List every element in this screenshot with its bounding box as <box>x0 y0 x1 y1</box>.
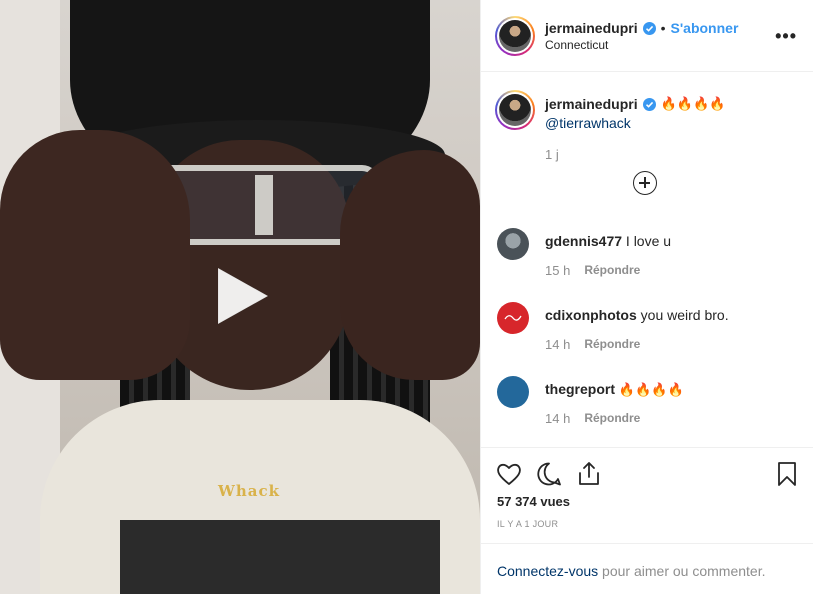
location-link[interactable]: Connecticut <box>545 38 608 52</box>
video-subject-hand-right <box>340 150 480 380</box>
follow-button[interactable]: S'abonner <box>671 20 739 36</box>
post-sidebar: jermainedupri • S'abonner Connecticut ••… <box>480 0 813 594</box>
instagram-post: Whack jermainedupri • S'abonner Connecti… <box>0 0 813 594</box>
caption-username[interactable]: jermainedupri <box>545 96 638 112</box>
video-subject-glasses-bridge <box>255 175 273 235</box>
comment-time[interactable]: 14 h <box>545 411 570 426</box>
login-prompt: Connectez-vous pour aimer ou commenter. <box>481 543 813 594</box>
reply-button[interactable]: Répondre <box>584 337 640 352</box>
comment-username[interactable]: cdixonphotos <box>545 307 637 323</box>
comment-text: you weird bro. <box>640 307 729 323</box>
post-header: jermainedupri • S'abonner Connecticut ••… <box>481 0 813 72</box>
caption-mention-link[interactable]: @tierrawhack <box>545 115 631 131</box>
verified-badge-icon <box>642 97 656 111</box>
comment-avatar[interactable] <box>497 302 529 334</box>
brand-logo-icon <box>504 315 522 321</box>
post-date[interactable]: IL Y A 1 JOUR <box>497 519 558 529</box>
comment-username[interactable]: gdennis477 <box>545 233 622 249</box>
reply-button[interactable]: Répondre <box>584 263 640 278</box>
bookmark-icon[interactable] <box>773 460 801 488</box>
more-horizontal-icon[interactable]: ••• <box>775 26 797 47</box>
verified-badge-icon <box>642 21 656 35</box>
login-link[interactable]: Connectez-vous <box>497 563 598 579</box>
load-more-comments-icon[interactable] <box>633 171 657 195</box>
share-icon[interactable] <box>575 460 603 488</box>
comment-time[interactable]: 15 h <box>545 263 570 278</box>
avatar[interactable] <box>495 16 535 56</box>
comment-item: thegreport 🔥🔥🔥🔥 14 h Répondre <box>481 376 813 450</box>
header-username[interactable]: jermainedupri <box>545 20 638 36</box>
play-icon[interactable] <box>210 264 274 328</box>
heart-icon[interactable] <box>495 460 523 488</box>
video-subject-necklace: Whack <box>218 482 280 500</box>
comment-avatar[interactable] <box>497 228 529 260</box>
view-count[interactable]: 57 374 vues <box>497 494 570 509</box>
video-player[interactable]: Whack <box>0 0 480 594</box>
comment-text: 🔥🔥🔥🔥 <box>618 383 684 398</box>
caption-emojis: 🔥🔥🔥🔥 <box>660 96 726 112</box>
separator-dot: • <box>660 20 666 36</box>
login-prompt-text: pour aimer ou commenter. <box>598 563 766 579</box>
comment-item: cdixonphotos you weird bro. 14 h Répondr… <box>481 302 813 376</box>
comment-icon[interactable] <box>535 460 563 488</box>
reply-button[interactable]: Répondre <box>584 411 640 426</box>
video-subject-hand-left <box>0 130 190 380</box>
video-subject-shirt-print <box>120 520 440 594</box>
comment-text: I love u <box>625 233 672 249</box>
caption-avatar[interactable] <box>495 90 535 130</box>
comment-username[interactable]: thegreport <box>545 381 615 397</box>
post-actions: 57 374 vues IL Y A 1 JOUR <box>481 447 813 543</box>
comment-item: gdennis477 I love u 15 h Répondre <box>481 228 813 302</box>
comment-avatar[interactable] <box>497 376 529 408</box>
comment-time[interactable]: 14 h <box>545 337 570 352</box>
caption-timestamp[interactable]: 1 j <box>545 147 559 162</box>
